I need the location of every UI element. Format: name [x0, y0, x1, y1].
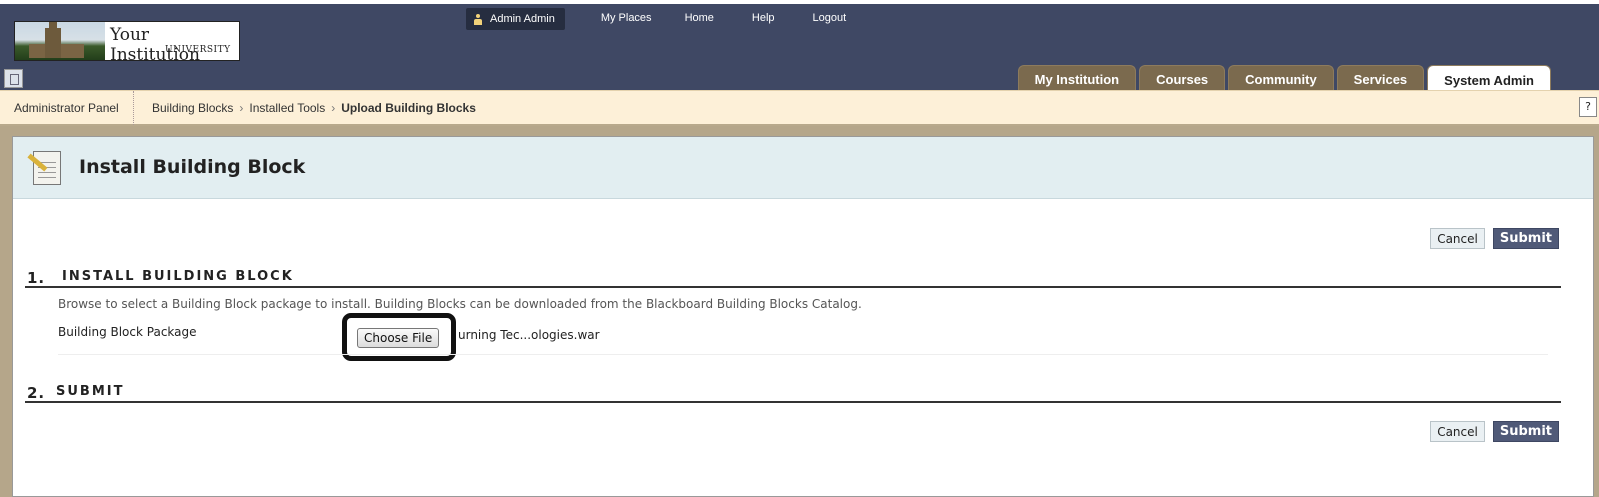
- nav-logout[interactable]: Logout: [813, 8, 847, 30]
- document-edit-icon: [27, 147, 63, 187]
- logo-subtitle: UNIVERSITY: [165, 45, 231, 55]
- tab-services[interactable]: Services: [1336, 65, 1425, 93]
- step-1-header: 1. INSTALL BUILDING BLOCK: [25, 266, 1561, 288]
- collapse-menu-icon[interactable]: [4, 69, 23, 88]
- page-title: Install Building Block: [79, 156, 306, 178]
- building-block-package-label: Building Block Package: [58, 325, 197, 339]
- nav-help[interactable]: Help: [752, 8, 775, 30]
- submit-button[interactable]: Submit: [1492, 421, 1559, 442]
- nav-my-places[interactable]: My Places: [601, 8, 652, 30]
- logo-name: Your Institution: [110, 25, 200, 61]
- nav-home[interactable]: Home: [685, 8, 714, 30]
- top-button-row: Cancel Submit: [1430, 228, 1559, 249]
- row-divider: [58, 354, 1548, 355]
- bottom-button-row: Cancel Submit: [1430, 421, 1559, 442]
- step-title: INSTALL BUILDING BLOCK: [62, 269, 294, 284]
- step-title: SUBMIT: [56, 384, 125, 399]
- step-2-header: 2. SUBMIT: [25, 381, 1561, 403]
- cancel-button[interactable]: Cancel: [1430, 421, 1485, 442]
- help-button[interactable]: ?: [1579, 97, 1597, 117]
- institution-logo[interactable]: Your Institution UNIVERSITY: [14, 21, 240, 61]
- submit-button[interactable]: Submit: [1492, 228, 1559, 249]
- breadcrumb-separator: ›: [331, 101, 336, 115]
- breadcrumb-current: Upload Building Blocks: [341, 101, 476, 115]
- breadcrumb-separator: ›: [239, 101, 244, 115]
- breadcrumb-installed-tools[interactable]: Installed Tools: [249, 101, 325, 115]
- step-number: 1.: [27, 269, 46, 287]
- breadcrumb: Building Blocks › Installed Tools › Uplo…: [152, 91, 476, 125]
- user-name: Admin Admin: [490, 13, 555, 25]
- user-menu[interactable]: Admin Admin: [466, 8, 565, 30]
- breadcrumb-bar: Administrator Panel Building Blocks › In…: [0, 90, 1599, 126]
- content-frame: Install Building Block Cancel Submit 1. …: [0, 126, 1599, 497]
- breadcrumb-building-blocks[interactable]: Building Blocks: [152, 101, 233, 115]
- cancel-button[interactable]: Cancel: [1430, 228, 1485, 249]
- step-number: 2.: [27, 384, 46, 402]
- tab-courses[interactable]: Courses: [1139, 65, 1226, 93]
- content-panel: Install Building Block Cancel Submit 1. …: [12, 136, 1594, 497]
- header: Your Institution UNIVERSITY Admin Admin …: [0, 0, 1599, 94]
- user-icon: [474, 13, 482, 25]
- selected-file-name: urning Tec...ologies.war: [458, 328, 600, 342]
- tab-my-institution[interactable]: My Institution: [1017, 65, 1137, 93]
- choose-file-button[interactable]: Choose File: [357, 328, 440, 348]
- page-header: Install Building Block: [13, 137, 1593, 199]
- top-nav: Admin Admin My Places Home Help Logout: [466, 8, 846, 30]
- campus-tower: [45, 22, 61, 58]
- breadcrumb-admin-panel[interactable]: Administrator Panel: [0, 91, 134, 125]
- instructions-text: Browse to select a Building Block packag…: [58, 297, 862, 311]
- tab-community[interactable]: Community: [1228, 65, 1334, 93]
